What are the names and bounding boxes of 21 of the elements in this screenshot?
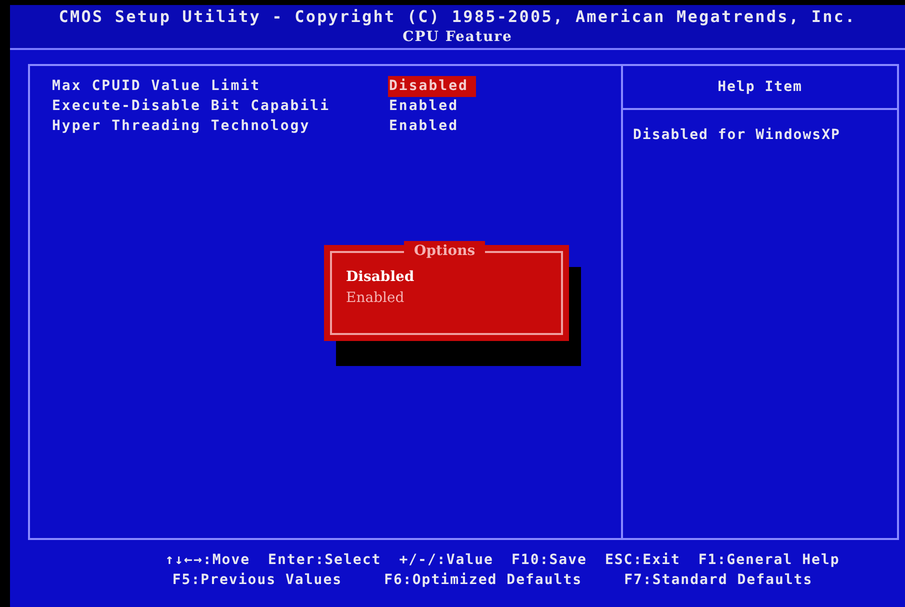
key-hint: F10:Save: [512, 550, 587, 570]
option-item[interactable]: Disabled: [346, 267, 561, 288]
key-hint: F1:General Help: [698, 550, 840, 570]
key-hint: F5:Previous Values: [172, 570, 342, 590]
option-item[interactable]: Enabled: [346, 288, 561, 309]
key-hint: ↑↓←→:Move: [165, 550, 250, 570]
key-hint: ESC:Exit: [604, 550, 680, 570]
page-subtitle: CPU Feature: [402, 28, 512, 46]
setting-value[interactable]: Enabled: [388, 96, 467, 116]
setting-label: Execute-Disable Bit Capabili: [52, 96, 332, 116]
window-title: CMOS Setup Utility - Copyright (C) 1985-2005, American Megatrends, Inc.: [58, 6, 856, 26]
key-hint: F6:Optimized Defaults: [384, 570, 582, 590]
help-text: Disabled for WindowsXP: [633, 127, 840, 143]
setting-value[interactable]: Disabled: [388, 76, 476, 96]
help-title: Help Item: [718, 78, 802, 96]
setting-value[interactable]: Enabled: [388, 116, 467, 136]
setting-label: Hyper Threading Technology: [52, 116, 312, 136]
key-hint: F7:Standard Defaults: [624, 570, 813, 590]
key-hint: +/-/:Value: [399, 550, 494, 570]
setting-label: Max CPUID Value Limit: [52, 76, 262, 96]
key-hint: Enter:Select: [268, 550, 382, 570]
